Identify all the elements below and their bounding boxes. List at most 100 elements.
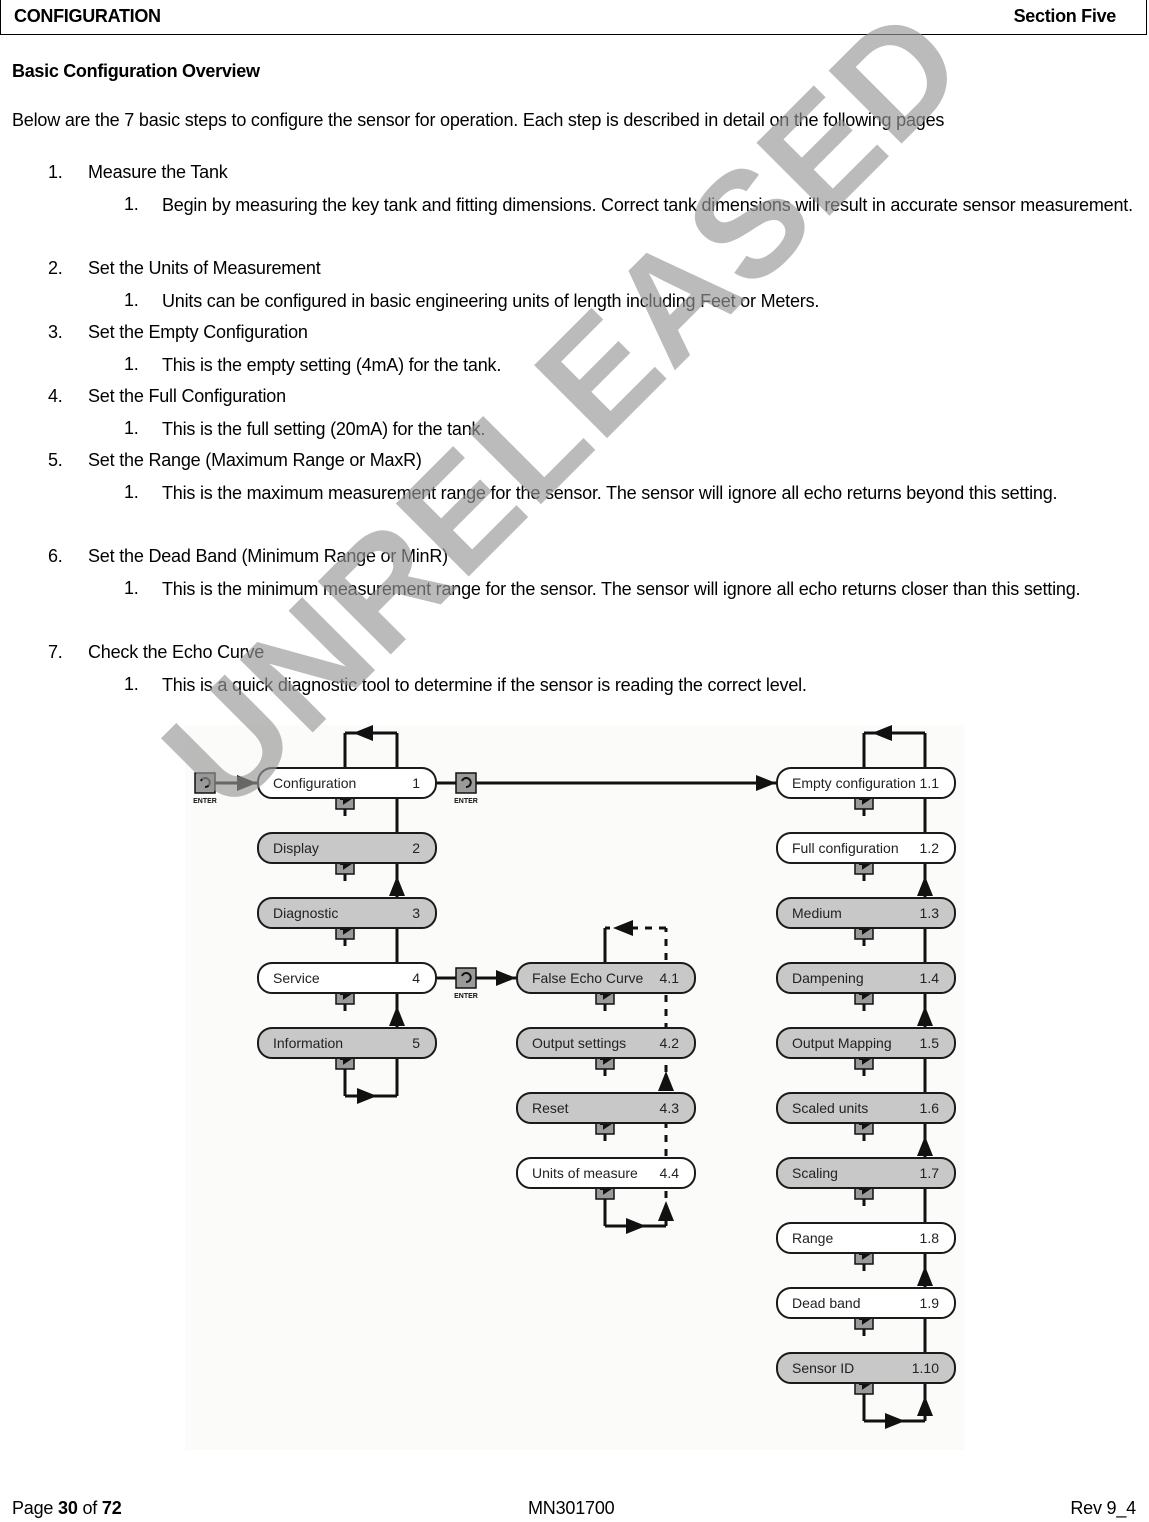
step-label: Check the Echo Curve xyxy=(88,642,265,662)
step-item: 6. Set the Dead Band (Minimum Range or Mi… xyxy=(0,544,1149,640)
menu-node-label: Display xyxy=(273,840,319,856)
step-detail: 1. This is the minimum measurement range … xyxy=(0,576,1149,640)
menu-node-index: 4.1 xyxy=(659,970,679,986)
menu-node-index: 5 xyxy=(412,1035,420,1051)
menu-node-label: Medium xyxy=(792,905,842,921)
step-detail: 1. This is a quick diagnostic tool to det… xyxy=(0,672,1149,704)
menu-node: Full configuration 1.2 xyxy=(776,832,956,864)
menu-node: Dead band 1.9 xyxy=(776,1287,956,1319)
intro-paragraph: Below are the 7 basic steps to configure… xyxy=(12,110,945,130)
enter-label: ENTER xyxy=(454,798,478,805)
step-heading: 7. Check the Echo Curve xyxy=(0,640,1149,672)
up-arrow-icon xyxy=(917,1266,933,1286)
step-item: 7. Check the Echo Curve 1. This is a quick … xyxy=(0,640,1149,704)
step-number: 1. xyxy=(48,162,63,182)
menu-node-index: 1.2 xyxy=(919,840,939,856)
page-number: Page 30 of 72 xyxy=(12,1498,122,1518)
loop-arrow-icon xyxy=(357,1088,377,1104)
step-heading: 6. Set the Dead Band (Minimum Range or Mi… xyxy=(0,544,1149,576)
current-page: 30 xyxy=(58,1498,78,1518)
step-detail: 1. Begin by measuring the key tank and fi… xyxy=(0,192,1149,256)
steps-list: 1. Measure the Tank 1. Begin by measuring t… xyxy=(0,160,1149,704)
menu-node-label: Diagnostic xyxy=(273,905,339,921)
up-arrow-icon xyxy=(389,876,405,896)
step-heading: 4. Set the Full Configuration xyxy=(0,384,1149,416)
step-number: 7. xyxy=(48,642,63,662)
enter-key-icon: ENTER xyxy=(454,772,478,805)
step-item: 4. Set the Full Configuration 1. This is th… xyxy=(0,384,1149,448)
step-heading: 2. Set the Units of Measurement xyxy=(0,256,1149,288)
loop-arrow-icon xyxy=(613,920,633,936)
menu-node-index: 1.3 xyxy=(919,905,939,921)
page-title: Basic Configuration Overview xyxy=(12,61,260,81)
step-heading: 5. Set the Range (Maximum Range or MaxR) xyxy=(0,448,1149,480)
menu-flow-diagram: ENTER ENTER ENTER Configuration 1 Display 2 Di… xyxy=(185,725,965,1450)
menu-node: Empty configuration 1.1 xyxy=(776,767,956,799)
loop-arrow-icon xyxy=(885,1413,905,1429)
step-detail: 1. This is the maximum measurement range … xyxy=(0,480,1149,544)
menu-node: Units of measure 4.4 xyxy=(516,1157,696,1189)
step-label: Set the Dead Band (Minimum Range or MinR… xyxy=(88,546,448,566)
step-label: Set the Full Configuration xyxy=(88,386,286,406)
up-arrow-icon xyxy=(917,1136,933,1156)
enter-label: ENTER xyxy=(193,798,217,805)
step-heading: 3. Set the Empty Configuration xyxy=(0,320,1149,352)
step-detail-text: This is the minimum measurement range fo… xyxy=(162,579,1081,599)
menu-node: Reset 4.3 xyxy=(516,1092,696,1124)
section-number: Section Five xyxy=(1013,6,1117,26)
step-item: 5. Set the Range (Maximum Range or MaxR) 1… xyxy=(0,448,1149,544)
menu-node: Service 4 xyxy=(257,962,437,994)
step-detail: 1. This is the empty setting (4mA) for th… xyxy=(0,352,1149,384)
enter-label: ENTER xyxy=(454,993,478,1000)
menu-node-label: Output Mapping xyxy=(792,1035,892,1051)
menu-node-index: 1.4 xyxy=(919,970,939,986)
menu-node-index: 1.6 xyxy=(919,1100,939,1116)
menu-node: Information 5 xyxy=(257,1027,437,1059)
menu-node-index: 1 xyxy=(412,775,420,791)
step-detail: 1. Units can be configured in basic engin… xyxy=(0,288,1149,320)
step-detail-number: 1. xyxy=(124,418,139,438)
menu-node-index: 1.10 xyxy=(911,1360,939,1376)
menu-node: Sensor ID 1.10 xyxy=(776,1352,956,1384)
step-detail-number: 1. xyxy=(124,194,139,214)
step-detail-number: 1. xyxy=(124,290,139,310)
up-arrow-icon xyxy=(658,1071,674,1091)
menu-node: Range 1.8 xyxy=(776,1222,956,1254)
step-number: 5. xyxy=(48,450,63,470)
enter-key-icon: ENTER xyxy=(454,967,478,1000)
menu-node-index: 1.9 xyxy=(919,1295,939,1311)
menu-node-label: Range xyxy=(792,1230,834,1246)
up-arrow-icon xyxy=(917,1006,933,1026)
menu-node: Scaled units 1.6 xyxy=(776,1092,956,1124)
page-header: CONFIGURATION Section Five xyxy=(0,0,1147,35)
menu-node-label: Reset xyxy=(532,1100,569,1116)
menu-node-index: 1.8 xyxy=(919,1230,939,1246)
revision: Rev 9_4 xyxy=(1070,1498,1136,1518)
menu-node: Medium 1.3 xyxy=(776,897,956,929)
menu-node-index: 2 xyxy=(412,840,420,856)
up-arrow-icon xyxy=(389,1006,405,1026)
step-label: Set the Units of Measurement xyxy=(88,258,321,278)
menu-node-index: 4.4 xyxy=(659,1165,679,1181)
step-detail-text: This is the full setting (20mA) for the … xyxy=(162,419,486,439)
menu-node-label: Output settings xyxy=(532,1035,627,1051)
menu-node: Display 2 xyxy=(257,832,437,864)
menu-node: Scaling 1.7 xyxy=(776,1157,956,1189)
step-label: Set the Range (Maximum Range or MaxR) xyxy=(88,450,422,470)
step-detail-number: 1. xyxy=(124,578,139,598)
step-detail-number: 1. xyxy=(124,482,139,502)
to-config-arrow-icon xyxy=(756,775,776,791)
menu-node-label: False Echo Curve xyxy=(532,970,644,986)
step-item: 2. Set the Units of Measurement 1. Units ca… xyxy=(0,256,1149,320)
menu-node-label: Full configuration xyxy=(792,840,899,856)
step-item: 1. Measure the Tank 1. Begin by measuring t… xyxy=(0,160,1149,256)
menu-node-label: Scaling xyxy=(792,1165,838,1181)
to-service-arrow-icon xyxy=(496,970,516,986)
loop-arrow-icon xyxy=(626,1218,646,1234)
menu-node-index: 4 xyxy=(412,970,420,986)
menu-node-index: 1.5 xyxy=(919,1035,939,1051)
up-arrow-icon xyxy=(658,1201,674,1221)
document-id: MN301700 xyxy=(528,1498,615,1518)
menu-node-label: Dead band xyxy=(792,1295,861,1311)
step-label: Set the Empty Configuration xyxy=(88,322,308,342)
